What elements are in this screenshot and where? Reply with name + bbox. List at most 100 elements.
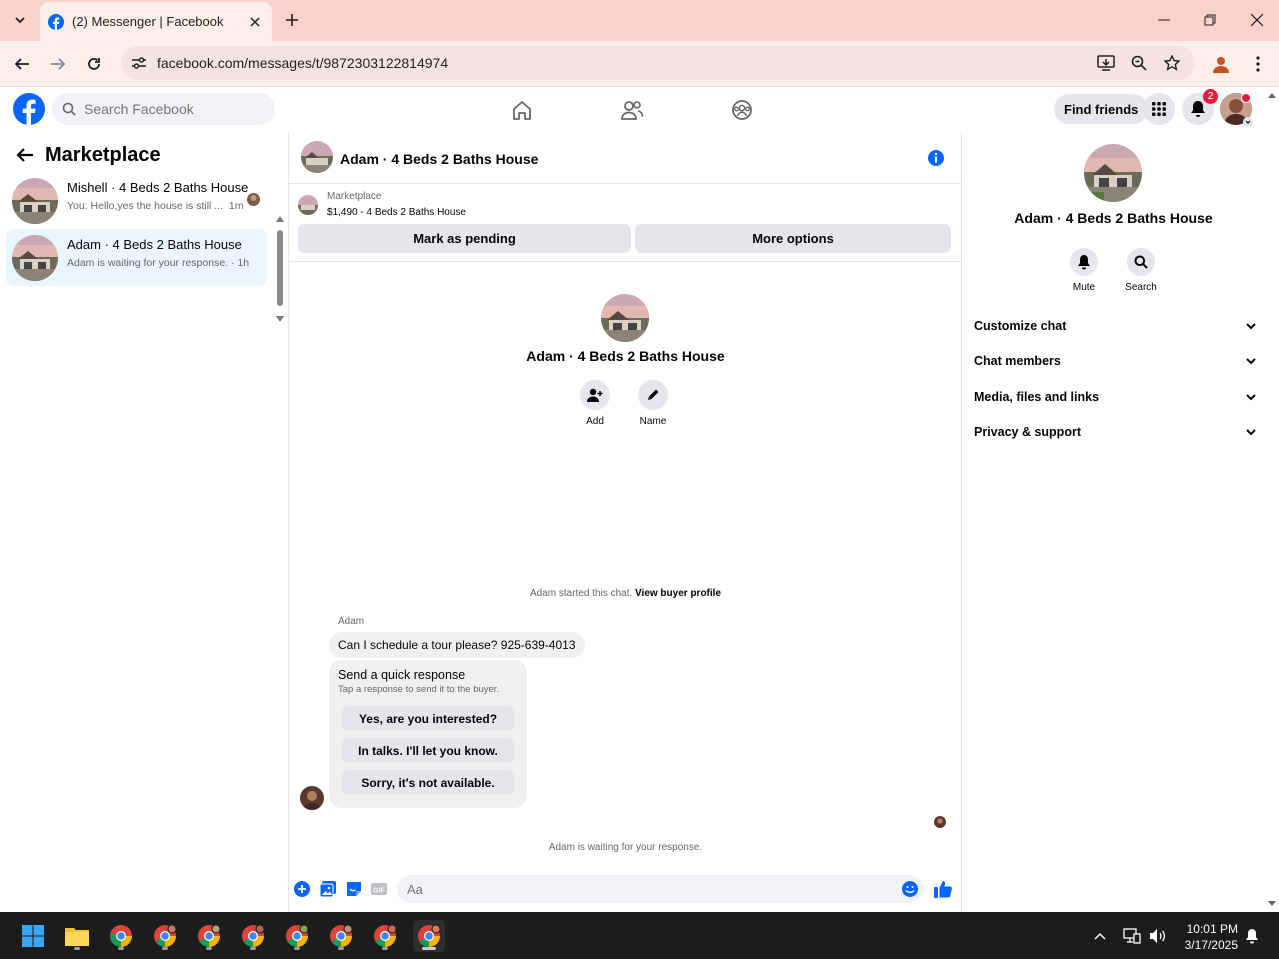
- listing-thumbnail: [298, 195, 318, 215]
- seen-avatar: [247, 193, 260, 206]
- volume-icon[interactable]: [1143, 920, 1173, 952]
- chat-members-section[interactable]: Chat members: [974, 346, 1256, 376]
- add-label: Add: [586, 416, 604, 427]
- restore-icon[interactable]: [1198, 10, 1222, 30]
- add-person-icon[interactable]: [580, 380, 610, 410]
- facebook-logo-icon[interactable]: [13, 93, 45, 125]
- chat-header: Adam · 4 Beds 2 Baths House: [289, 132, 962, 184]
- chrome-profile-icon[interactable]: [237, 920, 269, 952]
- seen-by-avatar: [934, 816, 946, 828]
- bell-icon[interactable]: [1070, 248, 1098, 276]
- browser-tab-bar: (2) Messenger | Facebook: [0, 0, 1279, 41]
- facebook-header: Find friends 2: [0, 87, 1265, 132]
- reload-icon[interactable]: [82, 52, 106, 76]
- sidebar-scrollbar[interactable]: [275, 174, 285, 322]
- browser-tab[interactable]: (2) Messenger | Facebook: [40, 2, 272, 41]
- listing-price[interactable]: $1,490 - 4 Beds 2 Baths House: [327, 207, 466, 218]
- media-files-links-section[interactable]: Media, files and links: [974, 382, 1256, 412]
- notification-bell-icon[interactable]: [1240, 920, 1264, 952]
- close-tab-icon[interactable]: [246, 13, 264, 31]
- mute-action[interactable]: Mute: [1059, 248, 1109, 293]
- facebook-search-input[interactable]: [84, 101, 264, 117]
- add-people-action[interactable]: Add: [575, 380, 615, 427]
- minimize-icon[interactable]: [1152, 10, 1176, 30]
- plus-circle-icon[interactable]: [293, 880, 311, 898]
- message-input[interactable]: [397, 875, 923, 903]
- home-icon[interactable]: [507, 95, 537, 125]
- chat-avatar[interactable]: [301, 141, 333, 173]
- name-action[interactable]: Name: [633, 380, 673, 427]
- chat-center-title: Adam · 4 Beds 2 Baths House: [526, 348, 725, 364]
- profile-icon[interactable]: [1209, 52, 1233, 76]
- menu-grid-icon[interactable]: [1143, 93, 1175, 125]
- svg-text:GIF: GIF: [373, 888, 385, 895]
- privacy-support-section[interactable]: Privacy & support: [974, 417, 1256, 447]
- conversation-item[interactable]: Mishell · 4 Beds 2 Baths House You: Hell…: [6, 172, 267, 229]
- new-tab-plus-icon[interactable]: [281, 9, 303, 31]
- clock-time: 10:01 PM: [1186, 922, 1238, 936]
- emoji-icon[interactable]: [901, 880, 919, 898]
- chat-center-avatar: [601, 294, 649, 342]
- chrome-profile-icon[interactable]: [369, 920, 401, 952]
- info-icon[interactable]: [926, 148, 946, 168]
- chrome-profile-icon[interactable]: [149, 920, 181, 952]
- back-arrow-icon[interactable]: [10, 52, 34, 76]
- marketplace-sidebar: Marketplace Mishell · 4 Beds 2 Baths Hou…: [0, 132, 289, 912]
- find-friends-button[interactable]: Find friends: [1054, 94, 1149, 124]
- message-bubble[interactable]: Can I schedule a tour please? 925-639-40…: [329, 632, 585, 658]
- house-thumbnail: [12, 235, 58, 281]
- back-arrow-icon[interactable]: [16, 147, 34, 163]
- page-scrollbar[interactable]: [1265, 87, 1279, 912]
- sticker-icon[interactable]: [345, 880, 363, 898]
- chrome-profile-icon[interactable]: [193, 920, 225, 952]
- site-settings-icon[interactable]: [131, 56, 147, 70]
- quick-response-in-talks-button[interactable]: In talks. I'll let you know.: [342, 738, 514, 763]
- groups-icon[interactable]: [727, 95, 757, 125]
- facebook-search-box[interactable]: [52, 93, 275, 125]
- friends-icon[interactable]: [617, 95, 647, 125]
- quick-response-title: Send a quick response: [338, 668, 466, 682]
- gif-icon[interactable]: GIF: [370, 880, 388, 898]
- mark-as-pending-button[interactable]: Mark as pending: [298, 224, 631, 253]
- chrome-profile-icon[interactable]: [281, 920, 313, 952]
- thumbs-up-icon[interactable]: [933, 879, 953, 899]
- address-bar[interactable]: facebook.com/messages/t/9872303122814974: [121, 46, 1195, 80]
- customize-chat-section[interactable]: Customize chat: [974, 311, 1256, 341]
- bookmark-star-icon[interactable]: [1164, 55, 1180, 71]
- quick-response-yes-button[interactable]: Yes, are you interested?: [342, 706, 514, 731]
- chrome-profile-icon-active[interactable]: [413, 920, 445, 952]
- info-avatar: [1084, 144, 1142, 202]
- url-text: facebook.com/messages/t/9872303122814974: [157, 55, 449, 71]
- show-hidden-icons-chevron-icon[interactable]: [1085, 920, 1115, 952]
- forward-arrow-icon[interactable]: [46, 52, 70, 76]
- chevron-down-icon: [1246, 428, 1256, 435]
- chat-title: Adam · 4 Beds 2 Baths House: [340, 151, 539, 167]
- quick-response-not-available-button[interactable]: Sorry, it's not available.: [342, 770, 514, 795]
- install-app-icon[interactable]: [1097, 55, 1115, 71]
- search-icon[interactable]: [1127, 248, 1155, 276]
- view-buyer-profile-link[interactable]: View buyer profile: [635, 588, 721, 599]
- facebook-favicon-icon: [48, 13, 64, 30]
- file-explorer-icon[interactable]: [61, 920, 93, 952]
- browser-menu-icon[interactable]: [1246, 52, 1270, 76]
- chat-panel: Adam · 4 Beds 2 Baths House Marketplace …: [289, 132, 962, 912]
- windows-start-icon[interactable]: [17, 920, 49, 952]
- photo-icon[interactable]: [319, 880, 337, 898]
- conversation-item-selected[interactable]: Adam · 4 Beds 2 Baths House Adam is wait…: [6, 229, 267, 286]
- windows-taskbar: 10:01 PM 3/17/2025: [0, 912, 1279, 959]
- system-clock[interactable]: 10:01 PM 3/17/2025: [1170, 921, 1238, 953]
- house-thumbnail: [12, 178, 58, 224]
- chrome-icon[interactable]: [105, 920, 137, 952]
- chevron-down-icon: [1246, 393, 1256, 400]
- account-chevron-icon[interactable]: [1243, 117, 1253, 127]
- pencil-icon[interactable]: [638, 380, 668, 410]
- name-label: Name: [639, 416, 667, 427]
- tab-search-chevron-icon[interactable]: [6, 6, 34, 34]
- zoom-icon[interactable]: [1131, 55, 1147, 71]
- mute-label: Mute: [1072, 282, 1096, 293]
- more-options-button[interactable]: More options: [635, 224, 951, 253]
- search-action[interactable]: Search: [1116, 248, 1166, 293]
- chrome-profile-icon[interactable]: [325, 920, 357, 952]
- close-window-icon[interactable]: [1245, 10, 1269, 30]
- sender-avatar[interactable]: [300, 786, 324, 810]
